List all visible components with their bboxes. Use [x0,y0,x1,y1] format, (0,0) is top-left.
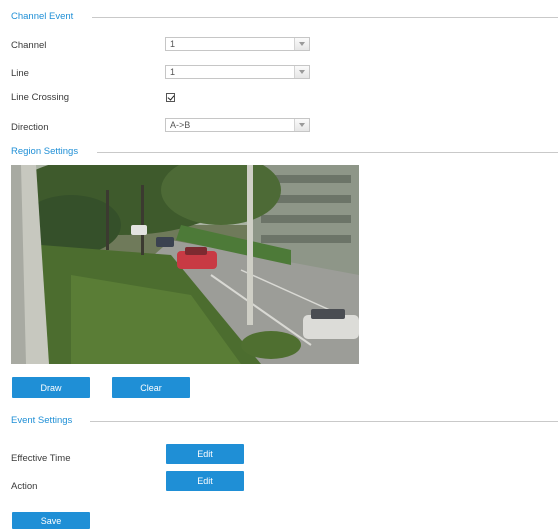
line-select[interactable]: 1 [165,65,310,79]
action-edit-button[interactable]: Edit [166,471,244,491]
camera-preview[interactable] [11,165,359,364]
section-divider [97,152,558,153]
chevron-down-icon [294,38,309,50]
effective-time-label: Effective Time [11,453,71,464]
line-value: 1 [170,67,176,77]
direction-label: Direction [11,122,49,133]
section-divider [92,17,558,18]
chevron-down-icon [294,119,309,131]
channel-value: 1 [170,39,176,49]
channel-select[interactable]: 1 [165,37,310,51]
chevron-down-icon [294,66,309,78]
clear-button[interactable]: Clear [112,377,190,398]
action-label: Action [11,481,38,492]
save-button[interactable]: Save [12,512,90,529]
channel-label: Channel [11,40,47,51]
draw-button[interactable]: Draw [12,377,90,398]
line-label: Line [11,68,29,79]
direction-value: A->B [170,120,191,130]
effective-time-edit-button[interactable]: Edit [166,444,244,464]
section-divider [90,421,558,422]
line-crossing-checkbox[interactable] [166,93,175,102]
event-settings-title: Event Settings [11,415,73,426]
channel-event-title: Channel Event [11,11,74,22]
region-settings-title: Region Settings [11,146,79,157]
line-crossing-label: Line Crossing [11,92,70,103]
direction-select[interactable]: A->B [165,118,310,132]
